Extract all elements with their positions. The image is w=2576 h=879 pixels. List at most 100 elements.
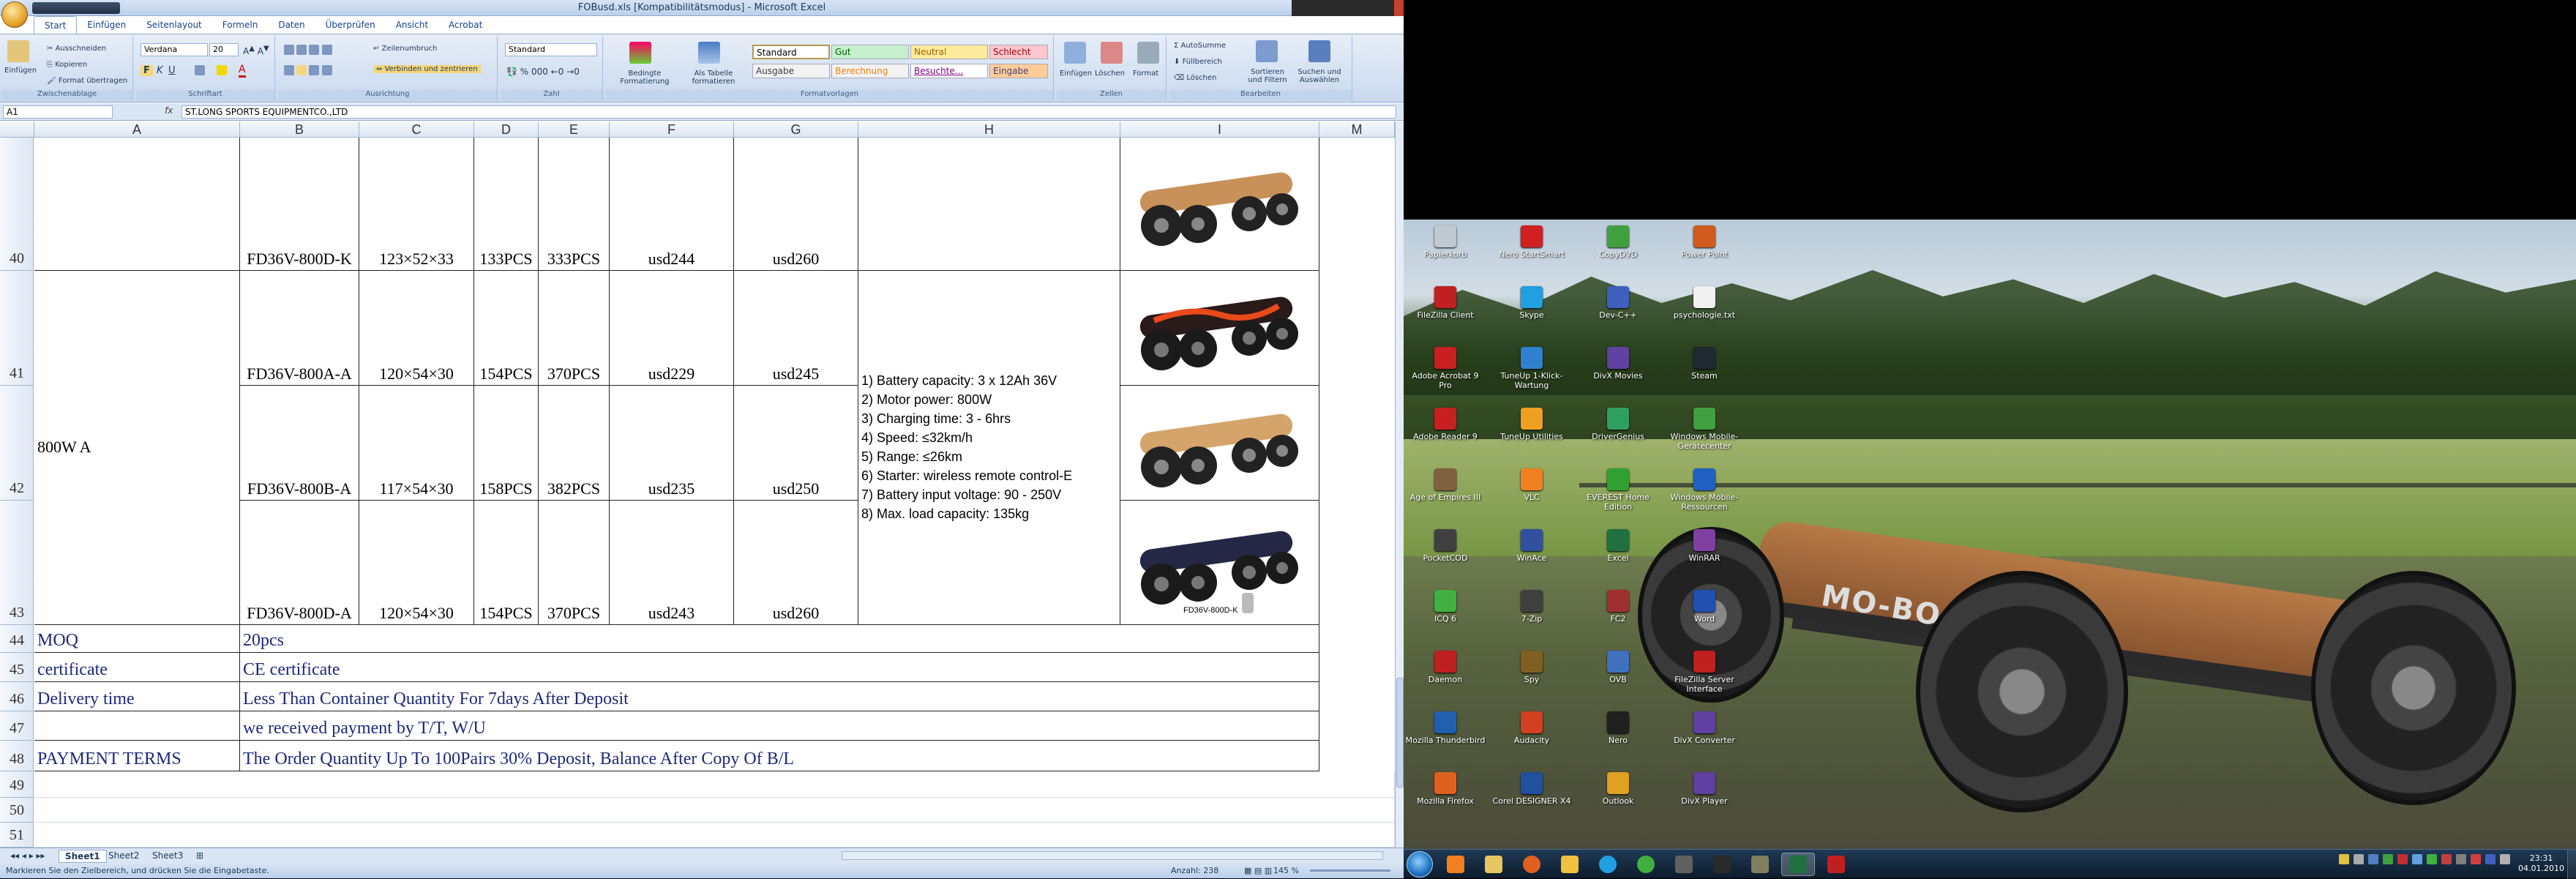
desktop-icon[interactable]: Excel: [1578, 529, 1658, 588]
binoculars-icon[interactable]: [1308, 40, 1330, 62]
desktop-icon[interactable]: Mozilla Thunderbird: [1405, 711, 1486, 770]
row-header-46[interactable]: 46: [0, 682, 34, 711]
row-49[interactable]: [34, 771, 1395, 798]
cell-qty20[interactable]: 154PCS: [474, 271, 539, 386]
term-value[interactable]: 20pcs: [240, 625, 1319, 653]
term-label[interactable]: [34, 711, 240, 741]
format-as-table-icon[interactable]: [698, 42, 720, 64]
fill-color-button[interactable]: [217, 65, 227, 75]
zoom-level[interactable]: 145 %: [1273, 866, 1299, 875]
cell-model[interactable]: FD36V-800D-A: [240, 501, 359, 625]
cell-model[interactable]: FD36V-800D-K: [240, 138, 359, 271]
desktop-icon[interactable]: EVEREST Home Edition: [1578, 468, 1658, 527]
desktop-icon[interactable]: Windows Mobile-Ressourcen: [1664, 468, 1745, 527]
tray-icon[interactable]: [2339, 854, 2349, 864]
horizontal-scrollbar[interactable]: [842, 851, 1383, 860]
term-value[interactable]: The Order Quantity Up To 100Pairs 30% De…: [240, 741, 1319, 771]
cell-qty40[interactable]: 370PCS: [539, 501, 610, 625]
cell-price2[interactable]: usd260: [734, 138, 858, 271]
style-standard[interactable]: Standard: [752, 45, 830, 59]
border-button[interactable]: [195, 65, 205, 75]
desktop-icon[interactable]: Dev-C++: [1578, 286, 1658, 345]
tab-data[interactable]: Daten: [268, 16, 315, 34]
desktop-icon[interactable]: DivX Player: [1664, 772, 1745, 831]
cell-size[interactable]: 123×52×33: [359, 138, 474, 271]
desktop-icon[interactable]: Spy: [1491, 651, 1572, 709]
tray-icon[interactable]: [2471, 854, 2481, 864]
cell-qty20[interactable]: 154PCS: [474, 501, 539, 625]
desktop-icon[interactable]: WinAce: [1491, 529, 1572, 588]
desktop-icon[interactable]: Power Point: [1664, 225, 1745, 284]
conditional-format-icon[interactable]: [629, 42, 651, 64]
style-input[interactable]: Eingabe: [989, 64, 1048, 78]
tray-icon[interactable]: [2441, 854, 2452, 864]
select-all-corner[interactable]: [0, 121, 34, 138]
desktop-icon[interactable]: Windows Mobile-Gerätecenter: [1664, 408, 1745, 466]
row-50[interactable]: [34, 798, 1395, 823]
merge-center-button[interactable]: ⇔ Verbinden und zentrieren: [373, 65, 481, 73]
desktop-icon[interactable]: WinRAR: [1664, 529, 1745, 588]
taskbar-filezilla[interactable]: [1819, 853, 1853, 876]
cell-qty40[interactable]: 370PCS: [539, 271, 610, 386]
desktop-icon[interactable]: Adobe Reader 9: [1405, 408, 1486, 466]
cell-price1[interactable]: usd235: [610, 386, 734, 501]
row-header-50[interactable]: 50: [0, 798, 34, 823]
term-value[interactable]: Less Than Container Quantity For 7days A…: [240, 682, 1319, 711]
insert-cells-button[interactable]: Einfügen: [1060, 70, 1092, 78]
network-icon[interactable]: [2485, 854, 2496, 864]
start-button[interactable]: [1407, 851, 1433, 878]
cell-price1[interactable]: usd244: [610, 138, 734, 271]
desktop-icon[interactable]: Audacity: [1491, 711, 1572, 770]
desktop-icon[interactable]: Daemon: [1405, 651, 1486, 709]
view-buttons[interactable]: ▦ ▤ ▥: [1244, 866, 1272, 875]
tab-insert[interactable]: Einfügen: [77, 16, 136, 34]
taskbar-firefox[interactable]: [1515, 853, 1549, 876]
taskbar-app[interactable]: [1667, 853, 1701, 876]
column-header-d[interactable]: D: [474, 121, 539, 138]
show-desktop-button[interactable]: [2567, 850, 2576, 879]
taskbar-skype[interactable]: [1591, 853, 1625, 876]
desktop-icon[interactable]: Mozilla Firefox: [1405, 772, 1486, 831]
style-output[interactable]: Ausgabe: [752, 64, 830, 78]
cell-size[interactable]: 120×54×30: [359, 271, 474, 386]
cell-model[interactable]: FD36V-800A-A: [240, 271, 359, 386]
style-calculation[interactable]: Berechnung: [831, 64, 909, 78]
cell-size[interactable]: 120×54×30: [359, 501, 474, 625]
term-value[interactable]: CE certificate: [240, 653, 1319, 682]
tray-icon[interactable]: [2397, 854, 2408, 864]
desktop-icon[interactable]: Nero: [1578, 711, 1658, 770]
cell-price2[interactable]: usd245: [734, 271, 858, 386]
column-header-b[interactable]: B: [240, 121, 359, 138]
wrap-text-button[interactable]: ↵ Zeilenumbruch: [373, 45, 437, 53]
style-neutral[interactable]: Neutral: [910, 45, 988, 59]
cell-qty40[interactable]: 382PCS: [539, 386, 610, 501]
term-label[interactable]: certificate: [34, 653, 240, 682]
row-header-51[interactable]: 51: [0, 823, 34, 848]
format-as-table-button[interactable]: Als Tabelle formatieren: [682, 70, 745, 86]
cell-price1[interactable]: usd243: [610, 501, 734, 625]
row-header-45[interactable]: 45: [0, 653, 34, 682]
desktop-icon[interactable]: Skype: [1491, 286, 1572, 345]
column-header-g[interactable]: G: [734, 121, 858, 138]
sheet-tab-sheet1[interactable]: Sheet1: [59, 850, 107, 863]
desktop-icon[interactable]: psychologie.txt: [1664, 286, 1745, 345]
desktop-icon[interactable]: CopyDVD: [1578, 225, 1658, 284]
tray-icon[interactable]: [2354, 854, 2364, 864]
desktop-icon[interactable]: Outlook: [1578, 772, 1658, 831]
find-select-button[interactable]: Suchen und Auswählen: [1295, 68, 1344, 84]
style-bad[interactable]: Schlecht: [989, 45, 1048, 59]
row-header-42[interactable]: 42: [0, 386, 34, 501]
autosum-button[interactable]: Σ AutoSumme: [1174, 42, 1226, 50]
font-name-select[interactable]: Verdana: [141, 43, 208, 56]
cell-qty20[interactable]: 133PCS: [474, 138, 539, 271]
clear-button[interactable]: ⌫ Löschen: [1174, 74, 1216, 82]
column-header-m[interactable]: M: [1319, 121, 1395, 138]
desktop-icon[interactable]: DriverGenius: [1578, 408, 1658, 466]
align-top-buttons[interactable]: [284, 45, 332, 55]
desktop-icon[interactable]: Age of Empires III: [1405, 468, 1486, 527]
row-header-41[interactable]: 41: [0, 271, 34, 386]
clock[interactable]: 23:31 04.01.2010: [2518, 853, 2564, 874]
vertical-scrollbar[interactable]: [1395, 121, 1404, 848]
term-label[interactable]: PAYMENT TERMS: [34, 741, 240, 771]
desktop-icon[interactable]: TuneUp Utilities: [1491, 408, 1572, 466]
